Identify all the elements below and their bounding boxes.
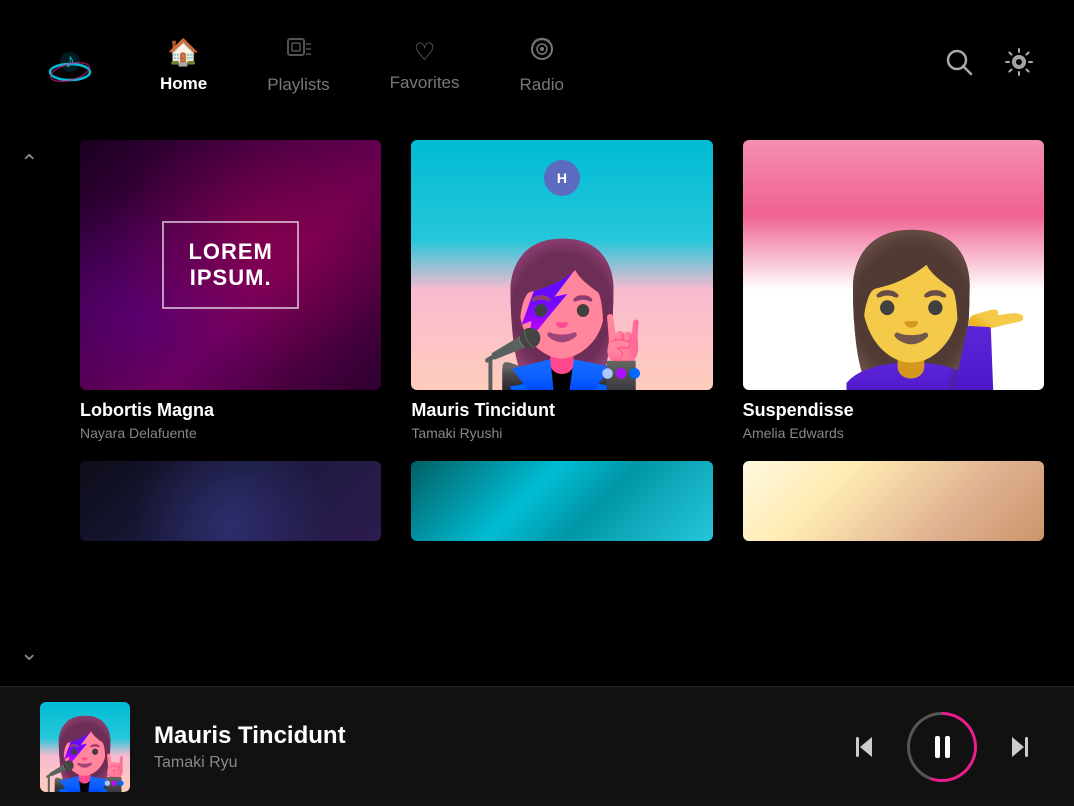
headphones-badge: H <box>544 160 580 196</box>
card-3-image <box>743 140 1044 390</box>
lorem-line2: IPSUM. <box>188 265 272 291</box>
player-controls <box>850 715 1034 779</box>
card-5-image <box>411 461 712 541</box>
settings-button[interactable] <box>1004 47 1034 84</box>
player-title: Mauris Tincidunt <box>154 722 850 750</box>
player-thumbnail[interactable] <box>40 702 130 792</box>
nav-playlists-label: Playlists <box>267 75 329 95</box>
nav-favorites-label: Favorites <box>390 73 460 93</box>
scroll-down-button[interactable]: ⌄ <box>20 640 38 666</box>
card-1-image: LOREM IPSUM. <box>80 140 381 390</box>
main-content: LOREM IPSUM. Lobortis Magna Nayara Delaf… <box>0 130 1074 686</box>
card-4-image <box>80 461 381 541</box>
card-bottom-3[interactable] <box>743 461 1044 541</box>
card-2-image: H <box>411 140 712 390</box>
header: ♪ 🏠 Home Playlists ♡ Favorites <box>0 0 1074 130</box>
nav-playlists[interactable]: Playlists <box>267 36 329 95</box>
play-pause-button[interactable] <box>910 715 974 779</box>
nav-home[interactable]: 🏠 Home <box>160 37 207 94</box>
card-lobortis[interactable]: LOREM IPSUM. Lobortis Magna Nayara Delaf… <box>80 140 381 441</box>
nav-radio-label: Radio <box>520 75 564 95</box>
nav-favorites[interactable]: ♡ Favorites <box>390 38 460 93</box>
pause-icon <box>935 736 950 758</box>
card-6-image <box>743 461 1044 541</box>
nav-home-label: Home <box>160 74 207 94</box>
logo[interactable]: ♪ <box>40 40 100 90</box>
nav: 🏠 Home Playlists ♡ Favorites <box>160 36 944 95</box>
player-artist: Tamaki Ryu <box>154 754 850 772</box>
previous-button[interactable] <box>850 732 880 762</box>
cards-grid: LOREM IPSUM. Lobortis Magna Nayara Delaf… <box>80 140 1044 541</box>
next-button[interactable] <box>1004 732 1034 762</box>
lorem-box: LOREM IPSUM. <box>162 221 298 309</box>
card-2-artist: Tamaki Ryushi <box>411 425 712 441</box>
home-icon: 🏠 <box>167 37 199 68</box>
search-button[interactable] <box>944 47 974 84</box>
card-3-artist: Amelia Edwards <box>743 425 1044 441</box>
favorites-icon: ♡ <box>414 38 436 67</box>
card-2-title: Mauris Tincidunt <box>411 400 712 421</box>
player-info: Mauris Tincidunt Tamaki Ryu <box>154 722 850 772</box>
card-mauris[interactable]: H Mauris Tincidunt Tamaki Ryushi <box>411 140 712 441</box>
card-1-artist: Nayara Delafuente <box>80 425 381 441</box>
playlists-icon <box>285 36 311 69</box>
card-bottom-1[interactable] <box>80 461 381 541</box>
scroll-controls: ⌃ ⌄ <box>20 130 38 686</box>
header-actions <box>944 47 1034 84</box>
card-suspendisse[interactable]: Suspendisse Amelia Edwards <box>743 140 1044 441</box>
radio-icon <box>529 36 555 69</box>
svg-text:♪: ♪ <box>65 50 75 72</box>
card-3-title: Suspendisse <box>743 400 1044 421</box>
card-1-title: Lobortis Magna <box>80 400 381 421</box>
player-bar: Mauris Tincidunt Tamaki Ryu <box>0 686 1074 806</box>
scroll-up-button[interactable]: ⌃ <box>20 150 38 176</box>
card-bottom-2[interactable] <box>411 461 712 541</box>
lorem-line1: LOREM <box>188 239 272 265</box>
nav-radio[interactable]: Radio <box>520 36 564 95</box>
